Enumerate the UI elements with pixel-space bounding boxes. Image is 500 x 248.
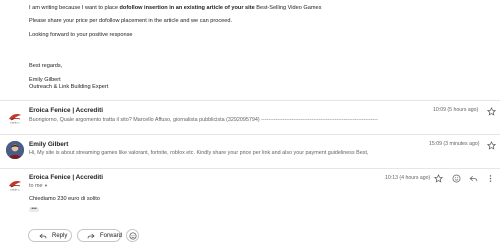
reply-label: Reply (52, 232, 68, 239)
star-icon[interactable] (433, 173, 443, 183)
reply-icon[interactable] (468, 173, 478, 183)
forward-button[interactable]: Forward (77, 229, 123, 242)
show-trimmed-content-button[interactable]: ••• (29, 207, 39, 212)
message-collapsed-2[interactable]: Emily Gilbert Hi, My site is about strea… (0, 135, 500, 168)
quoted-signature-name: Emily Gilbert (29, 77, 61, 83)
sender-logo-avatar: ERÖICA (6, 175, 24, 193)
message-snippet: Buongiorno, Quale argomento tratta il si… (29, 117, 379, 123)
emoji-react-button[interactable] (126, 229, 139, 242)
quoted-signature-role: Outreach & Link Building Expert (29, 84, 109, 90)
star-icon[interactable] (486, 106, 496, 116)
quoted-regards: Best regards, (29, 63, 63, 69)
reply-icon (38, 231, 47, 240)
reply-button[interactable]: Reply (28, 229, 72, 242)
message-snippet: Hi, My site is about streaming games lik… (29, 150, 369, 156)
quoted-bold-text: dofollow insertion in an existing articl… (119, 5, 255, 11)
quoted-line-3: Looking forward to your positive respons… (29, 32, 133, 38)
emoji-icon[interactable] (451, 173, 461, 183)
message-time: 15:09 (3 minutes ago) (429, 141, 480, 147)
emoji-icon (129, 232, 137, 240)
sender-name: Emily Gilbert (29, 141, 69, 148)
quoted-line-1: I am writing because I want to place dof… (29, 5, 322, 11)
message-body: Chiediamo 230 euro di solito (29, 196, 100, 202)
quoted-line-2: Please share your price per dofollow pla… (29, 18, 233, 24)
sender-logo-avatar: ERÖICA (6, 108, 24, 126)
message-collapsed-1[interactable]: ERÖICA Eroica Fenice | Accrediti Buongio… (0, 101, 500, 134)
svg-text:ERÖICA: ERÖICA (11, 122, 20, 125)
forward-icon (87, 231, 95, 240)
more-vert-icon[interactable] (485, 173, 495, 183)
message-time: 10:09 (5 hours ago) (433, 107, 479, 113)
svg-text:ERÖICA: ERÖICA (11, 189, 20, 192)
chevron-down-icon[interactable]: ▼ (44, 183, 48, 188)
sender-name: Eroica Fenice | Accrediti (29, 174, 104, 181)
recipient-to-me[interactable]: to me ▼ (29, 183, 48, 189)
forward-label: Forward (100, 232, 123, 239)
message-time: 10:13 (4 hours ago) (385, 175, 431, 181)
message-expanded: ERÖICA Eroica Fenice | Accrediti to me ▼… (0, 169, 500, 219)
sender-photo-avatar (6, 141, 24, 159)
sender-name: Eroica Fenice | Accrediti (29, 107, 104, 114)
star-icon[interactable] (486, 140, 496, 150)
